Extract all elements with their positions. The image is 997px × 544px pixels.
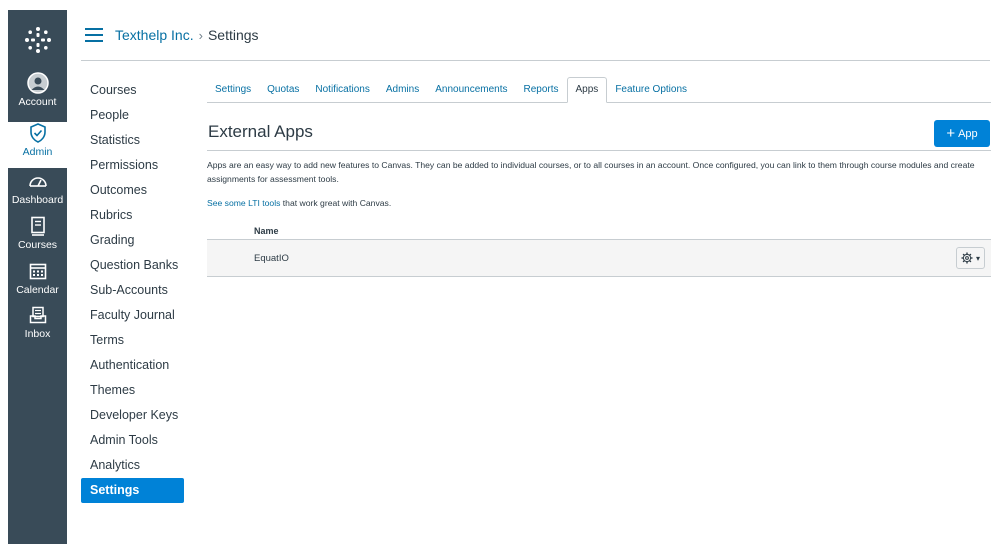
column-header-name: Name [207,222,991,240]
context-nav-grading[interactable]: Grading [81,228,184,253]
breadcrumb-account-link[interactable]: Texthelp Inc. [115,27,194,43]
context-nav-statistics[interactable]: Statistics [81,128,184,153]
book-icon [27,215,49,237]
lti-tools-line: See some LTI tools that work great with … [207,198,391,208]
gear-icon [961,252,973,264]
global-nav-admin-label: Admin [22,146,53,158]
calendar-icon [27,260,49,282]
context-nav-authentication[interactable]: Authentication [81,353,184,378]
global-nav: Account Admin Dashboard Courses Calendar… [8,10,67,544]
tab-settings[interactable]: Settings [207,78,259,102]
inbox-icon [27,304,49,326]
global-nav-calendar[interactable]: Calendar [8,260,67,306]
external-apps-table: Name EquatIO ▾ [207,222,991,277]
breadcrumb-separator: › [198,27,203,43]
global-nav-account[interactable]: Account [8,72,67,118]
canvas-logo-icon[interactable] [8,10,67,70]
global-nav-inbox[interactable]: Inbox [8,304,67,350]
context-nav-admin-tools[interactable]: Admin Tools [81,428,184,453]
context-nav-question-banks[interactable]: Question Banks [81,253,184,278]
global-nav-calendar-label: Calendar [16,284,59,296]
apps-description: Apps are an easy way to add new features… [207,160,975,184]
tab-quotas[interactable]: Quotas [259,78,307,102]
plus-icon: + [946,125,956,142]
context-nav-permissions[interactable]: Permissions [81,153,184,178]
settings-tabs: Settings Quotas Notifications Admins Ann… [207,77,991,103]
context-nav-outcomes[interactable]: Outcomes [81,178,184,203]
app-name: EquatIO [254,253,289,264]
add-app-label: App [958,127,978,140]
account-context-nav: Courses People Statistics Permissions Ou… [81,78,184,503]
lti-tools-text: that work great with Canvas. [280,198,392,208]
global-nav-inbox-label: Inbox [24,328,51,340]
context-nav-faculty-journal[interactable]: Faculty Journal [81,303,184,328]
tab-notifications[interactable]: Notifications [307,78,377,102]
global-nav-dashboard-label: Dashboard [11,194,64,206]
add-app-button[interactable]: + App [934,120,990,147]
global-nav-admin[interactable]: Admin [8,122,67,168]
context-nav-rubrics[interactable]: Rubrics [81,203,184,228]
page-header: Texthelp Inc. › Settings [81,10,990,61]
shield-icon [27,122,49,144]
page-title: External Apps [208,122,313,141]
title-divider [207,150,991,151]
context-nav-sub-accounts[interactable]: Sub-Accounts [81,278,184,303]
context-nav-settings[interactable]: Settings [81,478,184,503]
caret-down-icon: ▾ [975,253,980,263]
dashboard-icon [27,170,49,192]
breadcrumb: Texthelp Inc. › Settings [115,27,259,43]
app-settings-button[interactable]: ▾ [956,247,985,269]
context-nav-developer-keys[interactable]: Developer Keys [81,403,184,428]
context-nav-themes[interactable]: Themes [81,378,184,403]
tab-apps[interactable]: Apps [566,77,608,103]
tab-admins[interactable]: Admins [378,78,427,102]
global-nav-dashboard[interactable]: Dashboard [8,170,67,216]
tab-announcements[interactable]: Announcements [427,78,515,102]
context-nav-courses[interactable]: Courses [81,78,184,103]
lti-tools-link[interactable]: See some LTI tools [207,198,280,208]
global-nav-courses[interactable]: Courses [8,215,67,261]
breadcrumb-current: Settings [207,27,259,43]
context-nav-people[interactable]: People [81,103,184,128]
avatar-icon [26,72,49,94]
table-row: EquatIO ▾ [207,240,991,277]
context-nav-analytics[interactable]: Analytics [81,453,184,478]
global-nav-account-label: Account [18,96,57,108]
tab-feature-options[interactable]: Feature Options [607,78,695,102]
tab-reports[interactable]: Reports [516,78,567,102]
context-nav-terms[interactable]: Terms [81,328,184,353]
hamburger-menu-icon[interactable] [85,28,103,42]
global-nav-courses-label: Courses [17,239,58,251]
